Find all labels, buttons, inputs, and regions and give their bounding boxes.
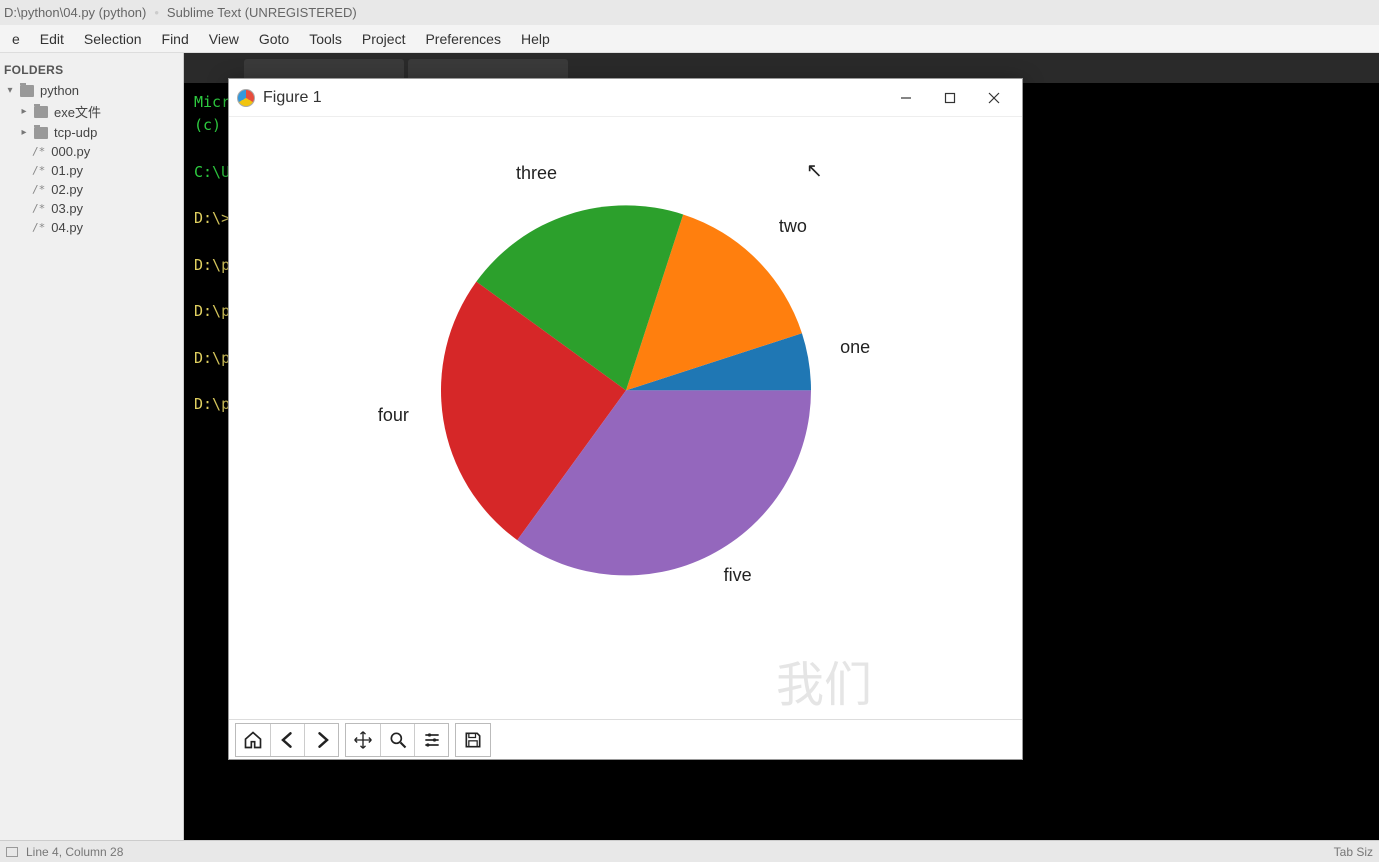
- pie-label-one: one: [840, 337, 870, 358]
- tree-label: exe文件: [54, 102, 101, 121]
- title-app: Sublime Text (UNREGISTERED): [167, 5, 357, 20]
- menu-find[interactable]: Find: [152, 28, 199, 50]
- file-icon: /*: [32, 183, 45, 196]
- menu-edit[interactable]: Edit: [30, 28, 74, 50]
- menu-project[interactable]: Project: [352, 28, 416, 50]
- sidebar: FOLDERS ▾ python ▸ exe文件 ▸ tcp-udp /* 00…: [0, 53, 184, 840]
- tree-folder-exe[interactable]: ▸ exe文件: [0, 100, 183, 123]
- chevron-down-icon: ▾: [4, 85, 16, 96]
- menu-goto[interactable]: Goto: [249, 28, 299, 50]
- figure-body: one two three four five 我们: [229, 117, 1022, 719]
- figure-title: Figure 1: [263, 89, 884, 107]
- menu-tools[interactable]: Tools: [299, 28, 352, 50]
- configure-button[interactable]: [414, 724, 448, 756]
- chevron-right-icon: ▸: [18, 127, 30, 138]
- back-button[interactable]: [270, 724, 304, 756]
- pan-button[interactable]: [346, 724, 380, 756]
- forward-button[interactable]: [304, 724, 338, 756]
- file-icon: /*: [32, 221, 45, 234]
- tree-label: python: [40, 83, 79, 98]
- figure-toolbar: [229, 719, 1022, 759]
- folder-icon: [34, 127, 48, 139]
- tree-folder-tcp-udp[interactable]: ▸ tcp-udp: [0, 123, 183, 142]
- sidebar-header: FOLDERS: [0, 57, 183, 81]
- matplotlib-icon: [237, 89, 255, 107]
- panel-icon[interactable]: [6, 847, 18, 857]
- tree-root-python[interactable]: ▾ python: [0, 81, 183, 100]
- pie-label-three: three: [516, 163, 557, 184]
- watermark-text: 我们: [776, 645, 872, 715]
- status-right: Tab Siz: [1334, 845, 1373, 859]
- file-icon: /*: [32, 164, 45, 177]
- tree-label: tcp-udp: [54, 125, 97, 140]
- figure-titlebar[interactable]: Figure 1: [229, 79, 1022, 117]
- tree-file-01[interactable]: /* 01.py: [0, 161, 183, 180]
- home-button[interactable]: [236, 724, 270, 756]
- tree-file-03[interactable]: /* 03.py: [0, 199, 183, 218]
- tree-label: 02.py: [51, 182, 83, 197]
- menu-bar: e Edit Selection Find View Goto Tools Pr…: [0, 25, 1379, 53]
- menu-view[interactable]: View: [199, 28, 249, 50]
- status-bar: Line 4, Column 28 Tab Siz: [0, 840, 1379, 862]
- menu-selection[interactable]: Selection: [74, 28, 152, 50]
- pie-label-four: four: [378, 405, 409, 426]
- title-bar: D:\python\04.py (python) • Sublime Text …: [0, 0, 1379, 25]
- tree-label: 03.py: [51, 201, 83, 216]
- status-linecol: Line 4, Column 28: [26, 845, 123, 859]
- menu-file[interactable]: e: [2, 28, 30, 50]
- chevron-right-icon: ▸: [18, 106, 30, 117]
- figure-window: Figure 1 one two three four five 我们: [228, 78, 1023, 760]
- minimize-button[interactable]: [884, 83, 928, 113]
- folder-icon: [34, 106, 48, 118]
- menu-preferences[interactable]: Preferences: [415, 28, 510, 50]
- file-icon: /*: [32, 145, 45, 158]
- title-separator: •: [154, 5, 159, 20]
- close-button[interactable]: [972, 83, 1016, 113]
- maximize-button[interactable]: [928, 83, 972, 113]
- pie-label-five: five: [724, 565, 752, 586]
- save-button[interactable]: [456, 724, 490, 756]
- app-frame: D:\python\04.py (python) • Sublime Text …: [0, 0, 1379, 862]
- menu-help[interactable]: Help: [511, 28, 560, 50]
- tree-label: 01.py: [51, 163, 83, 178]
- zoom-button[interactable]: [380, 724, 414, 756]
- title-path: D:\python\04.py (python): [4, 5, 146, 20]
- tree-label: 000.py: [51, 144, 90, 159]
- folder-icon: [20, 85, 34, 97]
- tree-file-000[interactable]: /* 000.py: [0, 142, 183, 161]
- tree-file-02[interactable]: /* 02.py: [0, 180, 183, 199]
- file-icon: /*: [32, 202, 45, 215]
- tree-file-04[interactable]: /* 04.py: [0, 218, 183, 237]
- pie-label-two: two: [779, 216, 807, 237]
- tree-label: 04.py: [51, 220, 83, 235]
